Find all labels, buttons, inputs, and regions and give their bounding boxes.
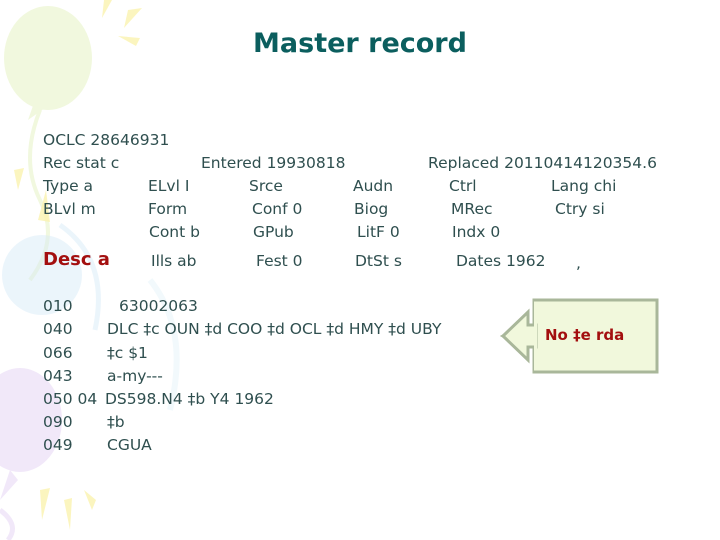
field-tag: 043 — [43, 367, 73, 385]
rec-stat: Rec stat c — [43, 154, 120, 172]
field-tag: 050 04 — [43, 390, 98, 408]
field-value: ‡b — [107, 413, 125, 431]
field-tag: 049 — [43, 436, 73, 454]
field-value: 63002063 — [119, 297, 198, 315]
ills-field: Ills ab — [151, 252, 197, 270]
cont-field: Cont b — [149, 223, 200, 241]
dates-separator: , — [576, 254, 581, 272]
litf-field: LitF 0 — [357, 223, 400, 241]
entered-date: Entered 19930818 — [201, 154, 346, 172]
callout-note: No ‡e rda — [545, 326, 625, 344]
conf-field: Conf 0 — [252, 200, 303, 218]
fest-field: Fest 0 — [256, 252, 303, 270]
ctry-field: Ctry si — [555, 200, 605, 218]
mrec-field: MRec — [451, 200, 493, 218]
background-decoration — [0, 0, 180, 540]
field-value: CGUA — [107, 436, 152, 454]
biog-field: Biog — [354, 200, 389, 218]
field-tag: 090 — [43, 413, 73, 431]
ctrl-field: Ctrl — [449, 177, 477, 195]
srce-field: Srce — [249, 177, 283, 195]
elvl-field: ELvl I — [148, 177, 190, 195]
type-field: Type a — [43, 177, 94, 195]
field-tag: 040 — [43, 320, 73, 338]
field-tag: 010 — [43, 297, 73, 315]
oclc-number: OCLC 28646931 — [43, 131, 170, 149]
form-field: Form — [148, 200, 188, 218]
lang-field: Lang chi — [551, 177, 617, 195]
field-value: DLC ‡c OUN ‡d COO ‡d OCL ‡d HMY ‡d UBY — [107, 320, 442, 338]
field-value: ‡c $1 — [107, 344, 148, 362]
desc-field-highlight: Desc a — [43, 249, 110, 270]
gpub-field: GPub — [253, 223, 294, 241]
audn-field: Audn — [353, 177, 394, 195]
field-tag: 066 — [43, 344, 73, 362]
blvl-field: BLvl m — [43, 200, 96, 218]
field-value: a-my--- — [107, 367, 163, 385]
dtst-field: DtSt s — [355, 252, 402, 270]
replaced-date: Replaced 20110414120354.6 — [428, 154, 657, 172]
dates-field: Dates 1962 — [456, 252, 546, 270]
indx-field: Indx 0 — [452, 223, 501, 241]
page-title: Master record — [253, 28, 467, 59]
field-value: DS598.N4 ‡b Y4 1962 — [105, 390, 274, 408]
